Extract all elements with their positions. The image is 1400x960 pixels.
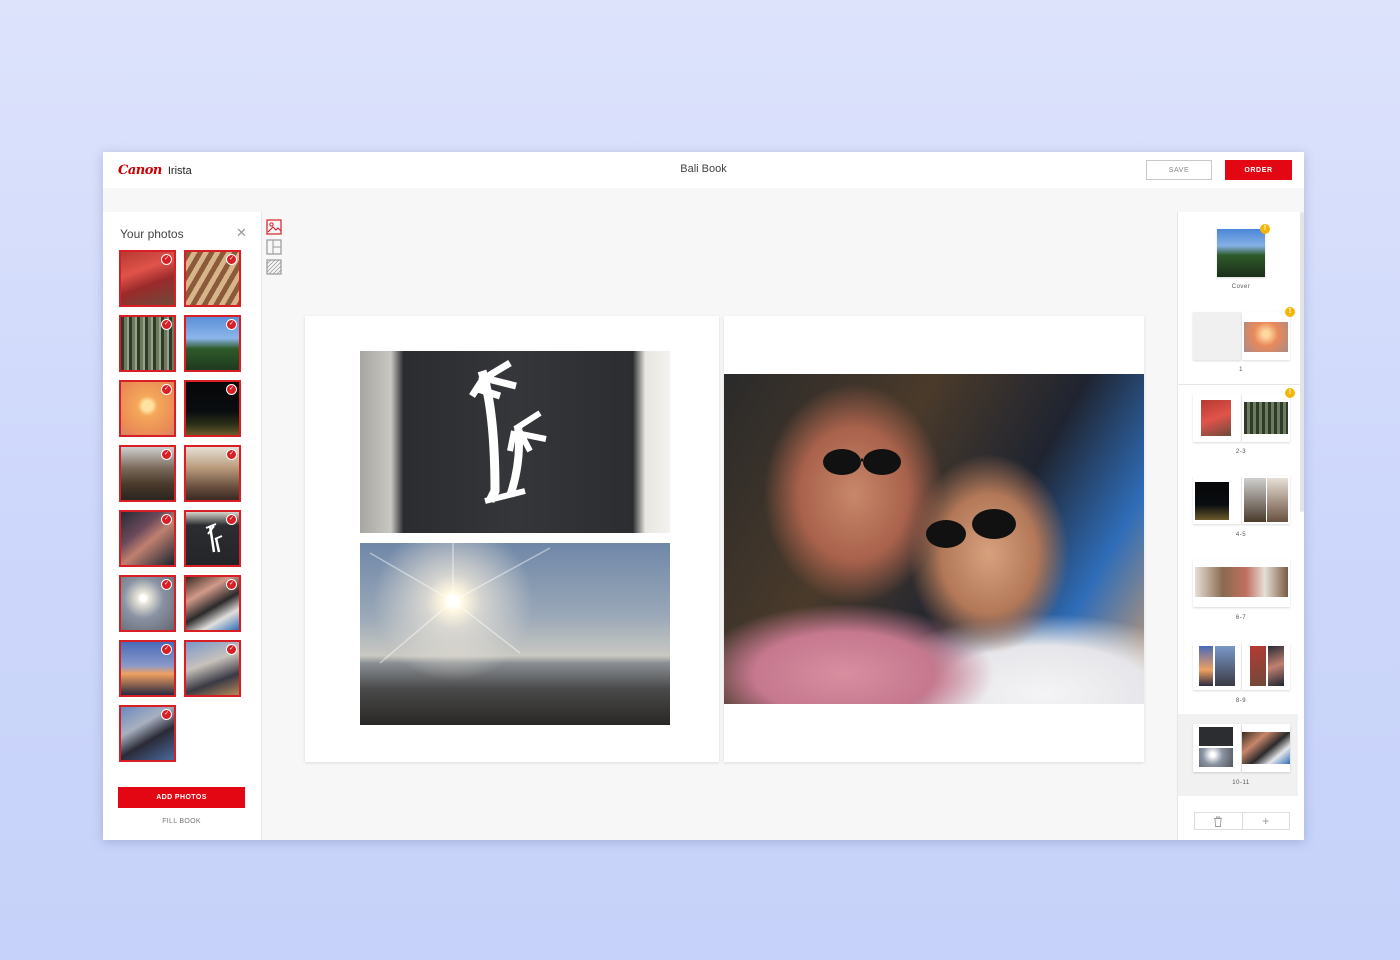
photo-thumbnail[interactable]: ✓ (184, 575, 241, 632)
photo-thumbnail[interactable]: ✓ (119, 510, 176, 567)
add-photos-button[interactable]: ADD PHOTOS (118, 787, 245, 808)
book-title[interactable]: Bali Book (103, 163, 1304, 175)
photo-thumbnail[interactable]: ✓ (184, 445, 241, 502)
top-bar: Canon Irista Bali Book SAVE ORDER (103, 152, 1304, 188)
check-icon: ✓ (161, 384, 172, 395)
spread-2-3[interactable]: ! 2-3 (1178, 386, 1298, 466)
beach-sunset-photo[interactable] (360, 543, 670, 725)
spread-thumbnail (1193, 394, 1241, 442)
spread-thumbnail (1242, 642, 1290, 690)
spread-1[interactable]: ! 1 (1178, 305, 1298, 383)
photo-thumbnail[interactable]: ✓ (184, 315, 241, 372)
check-icon: ✓ (226, 514, 237, 525)
spread-thumbnail (1193, 724, 1241, 772)
spread-thumbnail (1242, 394, 1290, 442)
scrollbar[interactable] (1300, 212, 1304, 512)
divider (1178, 384, 1300, 385)
trash-icon[interactable] (1195, 813, 1243, 829)
warning-icon[interactable]: ! (1260, 224, 1270, 234)
save-button[interactable]: SAVE (1146, 160, 1212, 180)
panel-title: Your photos (120, 227, 184, 241)
spread-8-9[interactable]: 8-9 (1178, 635, 1298, 715)
check-icon: ✓ (161, 579, 172, 590)
spread-4-5[interactable]: 4-5 (1178, 469, 1298, 549)
spread-thumbnail (1217, 229, 1265, 277)
warning-icon[interactable]: ! (1285, 307, 1295, 317)
right-page[interactable] (724, 316, 1144, 762)
spread-label: 10-11 (1232, 780, 1250, 786)
image-icon[interactable] (266, 219, 282, 235)
photo-thumbnail[interactable]: ✓ (184, 510, 241, 567)
close-icon[interactable]: ✕ (236, 225, 247, 241)
photo-thumbnail[interactable]: ✓ (119, 575, 176, 632)
check-icon: ✓ (161, 449, 172, 460)
check-icon: ✓ (226, 579, 237, 590)
spread-cover[interactable]: ! Cover (1178, 212, 1298, 302)
spreads-rail: ! Cover ! 1 ! 2-3 4-5 6-7 8-9 10-11 + (1177, 212, 1304, 840)
tshirt-photo[interactable] (360, 351, 670, 533)
check-icon: ✓ (226, 644, 237, 655)
spread-label: 6-7 (1235, 615, 1247, 621)
spread-label: 1 (1239, 367, 1243, 373)
spread-thumbnail (1193, 559, 1290, 607)
photo-thumbnail[interactable]: ✓ (184, 250, 241, 307)
left-page[interactable] (305, 316, 719, 762)
spread-thumbnail (1193, 312, 1241, 360)
app-window: Canon Irista Bali Book SAVE ORDER Your p… (103, 152, 1304, 840)
check-icon: ✓ (226, 319, 237, 330)
check-icon: ✓ (161, 319, 172, 330)
check-icon: ✓ (226, 384, 237, 395)
spread-6-7[interactable]: 6-7 (1178, 552, 1298, 632)
background-pattern-icon[interactable] (266, 259, 282, 275)
palm-tree-graphic (469, 359, 547, 504)
spread-label: 8-9 (1235, 698, 1247, 704)
fill-book-button[interactable]: FILL BOOK (118, 818, 245, 825)
check-icon: ✓ (161, 254, 172, 265)
spread-label: Cover (1231, 284, 1251, 290)
check-icon: ✓ (226, 449, 237, 460)
check-icon: ✓ (161, 709, 172, 720)
photo-thumbnail[interactable]: ✓ (184, 380, 241, 437)
photo-thumbnail[interactable]: ✓ (119, 640, 176, 697)
warning-icon[interactable]: ! (1285, 388, 1295, 398)
order-button[interactable]: ORDER (1225, 160, 1292, 180)
layout-icon[interactable] (266, 239, 282, 255)
photo-thumbnail[interactable]: ✓ (119, 445, 176, 502)
sunglasses-graphic (823, 449, 1016, 548)
spread-label: 4-5 (1235, 532, 1247, 538)
spread-10-11[interactable]: 10-11 (1178, 714, 1298, 796)
sun-rays-graphic (369, 543, 551, 664)
photos-panel: Your photos ✕ ✓ ✓ ✓ ✓ ✓ ✓ ✓ ✓ ✓ ✓ ✓ ✓ ✓ … (103, 212, 262, 840)
rail-actions: + (1194, 812, 1290, 830)
photo-thumbnail[interactable]: ✓ (119, 250, 176, 307)
spread-thumbnail (1193, 642, 1241, 690)
selfie-photo[interactable] (724, 374, 1144, 704)
spread-thumbnail (1193, 476, 1241, 524)
spread-thumbnail (1242, 312, 1290, 360)
photo-thumbnail[interactable]: ✓ (119, 315, 176, 372)
photo-thumbnail[interactable]: ✓ (184, 640, 241, 697)
photo-thumbnail[interactable]: ✓ (119, 705, 176, 762)
photo-thumbnail[interactable]: ✓ (119, 380, 176, 437)
spread-label: 2-3 (1235, 449, 1247, 455)
plus-icon[interactable]: + (1243, 813, 1290, 829)
spread-thumbnail (1242, 724, 1290, 772)
spread-thumbnail (1242, 476, 1290, 524)
check-icon: ✓ (161, 644, 172, 655)
check-icon: ✓ (226, 254, 237, 265)
check-icon: ✓ (161, 514, 172, 525)
